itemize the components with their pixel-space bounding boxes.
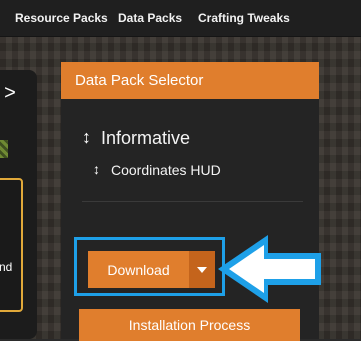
highlight-box	[74, 237, 225, 296]
left-card-text: nd	[0, 260, 13, 274]
grass-block-thumbnail	[0, 140, 8, 158]
divider	[82, 201, 303, 202]
category-informative[interactable]: Informative	[101, 128, 190, 149]
nav-link-resource-packs[interactable]: Resource Packs	[15, 11, 108, 25]
left-card[interactable]	[0, 178, 23, 312]
installation-process-button[interactable]: Installation Process	[79, 309, 300, 341]
nav-link-crafting-tweaks[interactable]: Crafting Tweaks	[198, 11, 290, 25]
nav-link-data-packs[interactable]: Data Packs	[118, 11, 182, 25]
sort-updown-icon[interactable]: ↕	[93, 162, 100, 176]
next-arrow-button[interactable]: >	[0, 72, 20, 114]
panel-title: Data Pack Selector	[75, 72, 204, 89]
panel-header: Data Pack Selector	[61, 62, 319, 99]
pointer-arrow-icon	[218, 235, 321, 303]
top-navigation: Resource Packs Data Packs Crafting Tweak…	[0, 0, 361, 37]
pack-item-coordinates-hud[interactable]: Coordinates HUD	[111, 162, 221, 178]
sort-updown-icon[interactable]: ↕	[82, 128, 91, 146]
